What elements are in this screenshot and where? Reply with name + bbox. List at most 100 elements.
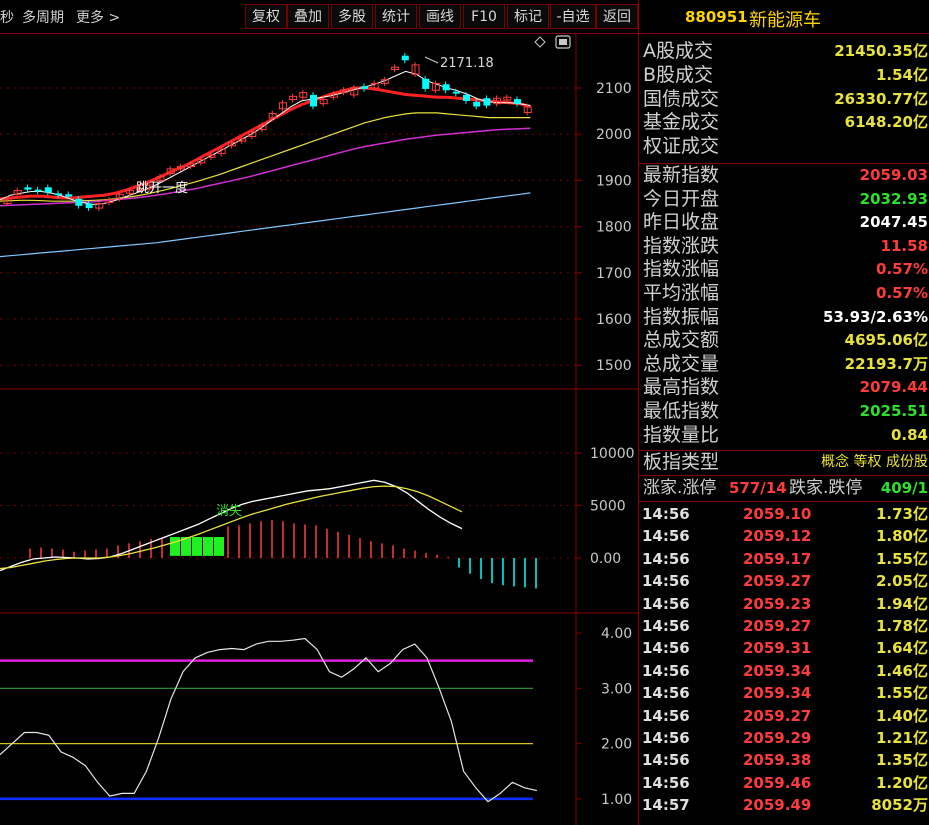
index-stat-label: 指数涨跌 — [643, 234, 720, 257]
tick-row[interactable]: 14:56 2059.34 1.46亿 — [639, 660, 929, 682]
tick-row[interactable]: 14:56 2059.27 1.40亿 — [639, 705, 929, 727]
overlay-button[interactable]: 叠加 — [287, 4, 329, 29]
macd-green-block — [214, 537, 224, 556]
macd-green-block — [192, 537, 202, 556]
tick-row[interactable]: 14:56 2059.27 2.05亿 — [639, 570, 929, 592]
tick-time: 14:56 — [642, 729, 690, 747]
index-stat-label: 总成交额 — [643, 329, 720, 352]
tick-row[interactable]: 14:56 2059.12 1.80亿 — [639, 525, 929, 547]
y-tick-label: 1.00 — [601, 792, 632, 808]
tick-price: 2059.29 — [743, 729, 812, 747]
index-type-value: 概念 等权 成份股 — [821, 451, 928, 474]
tick-volume: 1.94亿 — [875, 594, 928, 613]
index-stat-value: 2079.44 — [859, 378, 928, 397]
tick-volume: 1.78亿 — [875, 617, 928, 635]
kline-chart-svg[interactable]: 2100 2000 1900 1800 1700 1600 1500 2171.18 跳开一… — [0, 33, 638, 825]
tick-price: 2059.17 — [743, 549, 812, 568]
tick-row[interactable]: 14:57 2059.49 8052万 — [639, 794, 929, 816]
candle-body-down — [44, 187, 52, 193]
back-button[interactable]: 返回 — [596, 4, 638, 29]
summary-value: 21450.35亿 — [834, 42, 928, 60]
tick-time: 14:56 — [642, 549, 690, 568]
summary-row: 权证成交 — [639, 135, 929, 159]
statistics-button[interactable]: 统计 — [375, 4, 417, 29]
index-stat-label: 指数涨幅 — [643, 258, 720, 281]
tick-price: 2059.34 — [743, 661, 812, 680]
multi-stock-button[interactable]: 多股 — [331, 4, 373, 29]
summary-value: 6148.20亿 — [844, 113, 928, 132]
up-count-label: 涨家.涨停 — [643, 478, 717, 498]
tick-row[interactable]: 14:56 2059.10 1.73亿 — [639, 503, 929, 525]
tick-time: 14:56 — [642, 706, 690, 725]
mark-button[interactable]: 标记 — [507, 4, 549, 29]
tick-row[interactable]: 14:56 2059.23 1.94亿 — [639, 593, 929, 615]
ma60-line — [0, 127, 531, 207]
tick-time: 14:56 — [642, 661, 690, 680]
tick-volume: 1.55亿 — [875, 549, 928, 568]
summary-row: B股成交 1.54亿 — [639, 64, 929, 88]
y-tick-label: 2100 — [596, 81, 632, 97]
index-name: 新能源车 — [749, 10, 821, 31]
more-label: 更多 — [76, 10, 104, 26]
index-stat-value: 0.57% — [875, 284, 928, 302]
chevron-right-icon: > — [108, 10, 121, 26]
index-stat-row: 最高指数 2079.44 — [639, 376, 929, 400]
macd-y-axis: 10000 5000 0.00 — [576, 446, 635, 567]
diamond-icon[interactable] — [534, 36, 546, 48]
peak-label-leader — [424, 56, 439, 64]
tick-row[interactable]: 14:56 2059.38 1.35亿 — [639, 749, 929, 771]
summary-row: A股成交 21450.35亿 — [639, 40, 929, 64]
tick-row[interactable]: 14:56 2059.34 1.55亿 — [639, 682, 929, 704]
tick-time: 14:56 — [642, 773, 690, 792]
tick-price: 2059.27 — [743, 706, 812, 725]
candle-body-down — [473, 101, 481, 107]
main-chart-gridlines — [0, 87, 576, 366]
y-tick-label: 3.00 — [601, 681, 632, 697]
y-tick-label: 1900 — [596, 173, 632, 189]
tick-row[interactable]: 14:56 2059.46 1.20亿 — [639, 772, 929, 794]
candle-body-down — [34, 189, 42, 192]
quote-info-panel: 880951 新能源车 A股成交 21450.35亿 B股成交 1.54亿 国债成交 26… — [638, 0, 929, 825]
index-type-equal-weight: 等权 — [853, 454, 882, 470]
draw-line-button[interactable]: 画线 — [419, 4, 461, 29]
index-stat-value: 2059.03 — [859, 166, 928, 184]
down-count-label: 跌家.跌停 — [789, 478, 863, 498]
candle-body-down — [422, 78, 430, 89]
y-tick-label: 4.00 — [601, 626, 632, 642]
y-tick-label: 1600 — [596, 312, 632, 328]
window-icon[interactable] — [555, 35, 571, 49]
index-stat-value: 0.57% — [875, 260, 928, 279]
main-chart-y-axis: 2100 2000 1900 1800 1700 1600 1500 — [576, 81, 632, 374]
tick-price: 2059.27 — [743, 572, 812, 591]
tick-row[interactable]: 14:56 2059.31 1.64亿 — [639, 637, 929, 659]
tick-row[interactable]: 14:56 2059.17 1.55亿 — [639, 548, 929, 570]
index-stat-value: 2025.51 — [859, 402, 928, 420]
index-stat-value: 4695.06亿 — [844, 331, 928, 350]
kline-chart-area[interactable]: 2100 2000 1900 1800 1700 1600 1500 2171.18 跳开一… — [0, 33, 638, 825]
down-count-value: 409/1 — [880, 479, 928, 497]
tick-row[interactable]: 14:56 2059.27 1.78亿 — [639, 615, 929, 637]
tick-row[interactable]: 14:56 2059.29 1.21亿 — [639, 727, 929, 749]
index-stat-row: 总成交额 4695.06亿 — [639, 329, 929, 353]
index-stat-label: 指数量比 — [643, 423, 720, 446]
tick-volume: 1.55亿 — [875, 684, 928, 703]
period-seconds-button[interactable]: 秒 — [0, 7, 14, 27]
candle-body-down — [310, 94, 317, 107]
remove-watchlist-button[interactable]: -自选 — [550, 4, 596, 29]
more-button[interactable]: 更多 > — [76, 7, 120, 27]
fuquan-button[interactable]: 复权 — [245, 4, 287, 29]
candle-body-down — [75, 198, 83, 206]
multi-period-button[interactable]: 多周期 — [22, 7, 64, 27]
f10-button[interactable]: F10 — [463, 4, 505, 29]
y-tick-label: 10000 — [590, 446, 635, 462]
moving-average-lines — [0, 70, 531, 258]
tick-volume: 1.80亿 — [875, 527, 928, 546]
index-type-constituents[interactable]: 成份股 — [886, 454, 928, 470]
y-tick-label: 2000 — [596, 127, 632, 143]
index-stat-label: 指数振幅 — [643, 305, 720, 328]
tick-volume: 1.20亿 — [875, 773, 928, 792]
tick-time: 14:56 — [642, 572, 690, 591]
tick-time: 14:56 — [642, 505, 690, 523]
index-stat-row: 今日开盘 2032.93 — [639, 188, 929, 212]
indicator-y-axis: 4.00 3.00 2.00 1.00 — [576, 626, 632, 808]
